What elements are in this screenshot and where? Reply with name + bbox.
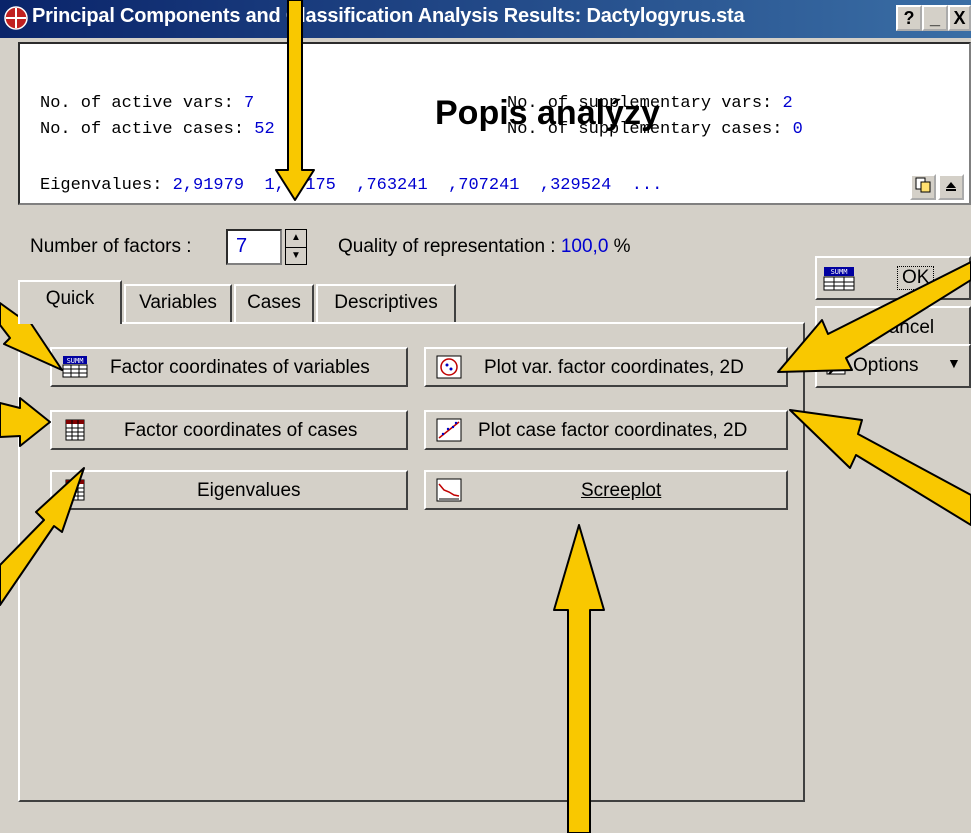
tab-quick[interactable]: Quick — [18, 280, 122, 324]
arrow-down-icon — [275, 0, 315, 201]
arrow-downleft-icon — [777, 261, 971, 373]
arrow-upleft-icon — [789, 409, 971, 526]
annotation-arrows — [0, 0, 971, 833]
arrow-upright-icon — [0, 467, 85, 606]
arrow-up-icon — [553, 524, 605, 833]
arrow-right-icon — [0, 397, 51, 447]
